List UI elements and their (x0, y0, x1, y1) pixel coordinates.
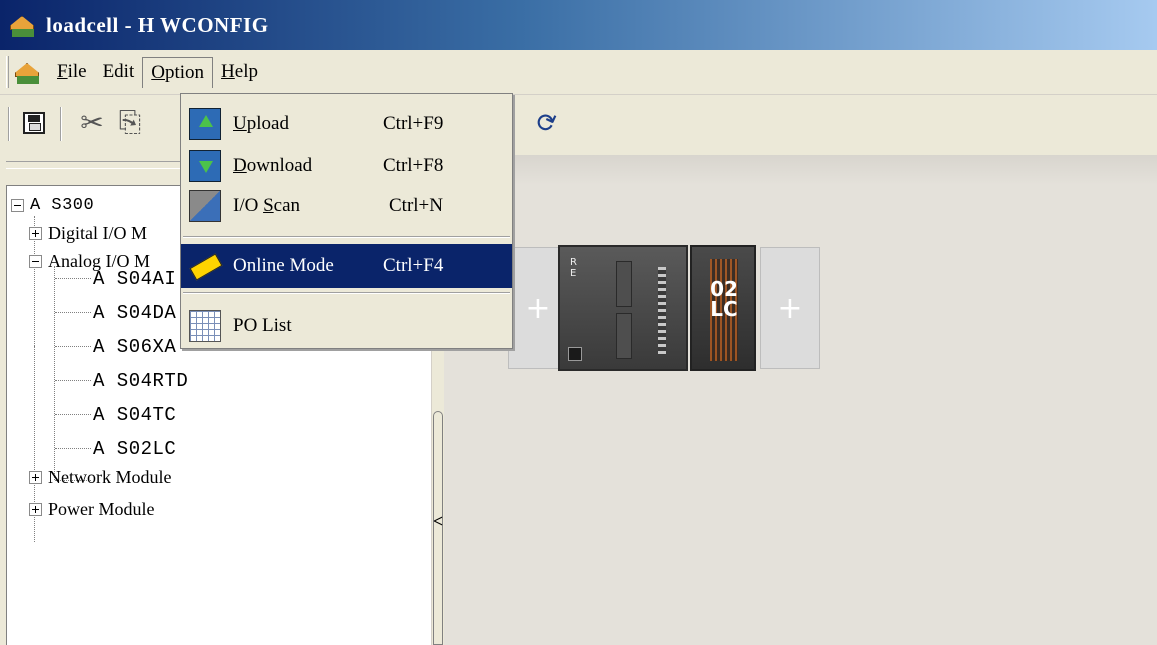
menu-separator (183, 236, 510, 238)
upload-icon (189, 108, 221, 140)
menu-help[interactable]: Help (213, 57, 266, 87)
expand-icon[interactable] (29, 502, 42, 516)
toolbar-separator (8, 107, 10, 141)
canvas-header (444, 155, 1157, 185)
cpu-led-label: R E (570, 257, 577, 279)
menu-separator (183, 292, 510, 294)
tree-item-as04da[interactable]: A S04DA (93, 296, 176, 330)
menu-item-po-list[interactable]: PO List (181, 304, 512, 348)
add-slot-right[interactable]: + (760, 247, 820, 369)
menu-option[interactable]: Option (142, 56, 214, 88)
menu-file[interactable]: File (49, 57, 95, 87)
app-menu-icon[interactable] (13, 57, 43, 87)
list-icon (189, 310, 221, 342)
as02lc-module[interactable]: 02 LC (690, 245, 756, 371)
tree-item-as04rtd[interactable]: A S04RTD (93, 364, 188, 398)
scissors-icon: ✂ (80, 108, 104, 139)
menu-edit[interactable]: Edit (95, 57, 143, 87)
module-label: 02 LC (710, 277, 738, 321)
tree-item-as04ai[interactable]: A S04AI (93, 262, 176, 296)
title-bar: loadcell - H WCONFIG (0, 0, 1157, 50)
menu-item-io-scan[interactable]: I/O Scan Ctrl+N (181, 184, 512, 228)
expand-icon[interactable] (29, 470, 42, 484)
copy-button[interactable]: ⎘ (112, 105, 148, 141)
expand-icon[interactable] (29, 226, 42, 240)
toolbar-separator (60, 107, 62, 141)
io-scan-icon (189, 190, 221, 222)
app-icon (8, 10, 38, 40)
menu-bar: File Edit Option Help (0, 50, 1157, 95)
toolbar: ✂ ⎘ ⟳ (0, 95, 1157, 169)
tree-group-power-module[interactable]: Power Module (29, 492, 155, 526)
online-mode-icon (189, 250, 221, 282)
collapse-icon[interactable] (29, 254, 42, 268)
refresh-icon: ⟳ (532, 105, 564, 140)
save-icon (23, 112, 45, 134)
menu-item-upload[interactable]: Upload Ctrl+F9 (181, 102, 512, 146)
usb-port-icon (568, 347, 582, 361)
menu-item-online-mode[interactable]: Online Mode Ctrl+F4 (181, 244, 512, 288)
save-button[interactable] (16, 105, 52, 141)
collapse-icon[interactable] (11, 198, 24, 212)
cpu-module[interactable]: R E (558, 245, 688, 371)
menu-item-download[interactable]: Download Ctrl+F8 (181, 144, 512, 188)
refresh-button[interactable]: ⟳ (530, 105, 566, 141)
collapse-arrow-icon[interactable]: < (432, 511, 444, 532)
menubar-grip (6, 56, 9, 88)
cut-button[interactable]: ✂ (74, 105, 110, 141)
terminal-strip (658, 267, 666, 355)
tree-group-network-module[interactable]: Network Module (29, 460, 171, 494)
tree-item-as04tc[interactable]: A S04TC (93, 398, 176, 432)
rack-canvas: + R E 02 LC + (444, 155, 1157, 645)
copy-icon: ⎘ (118, 107, 142, 138)
window-title: loadcell - H WCONFIG (46, 12, 269, 37)
option-menu: Upload Ctrl+F9 Download Ctrl+F8 I/O Scan… (180, 93, 513, 349)
tree-item-as06xa[interactable]: A S06XA (93, 330, 176, 364)
download-icon (189, 150, 221, 182)
